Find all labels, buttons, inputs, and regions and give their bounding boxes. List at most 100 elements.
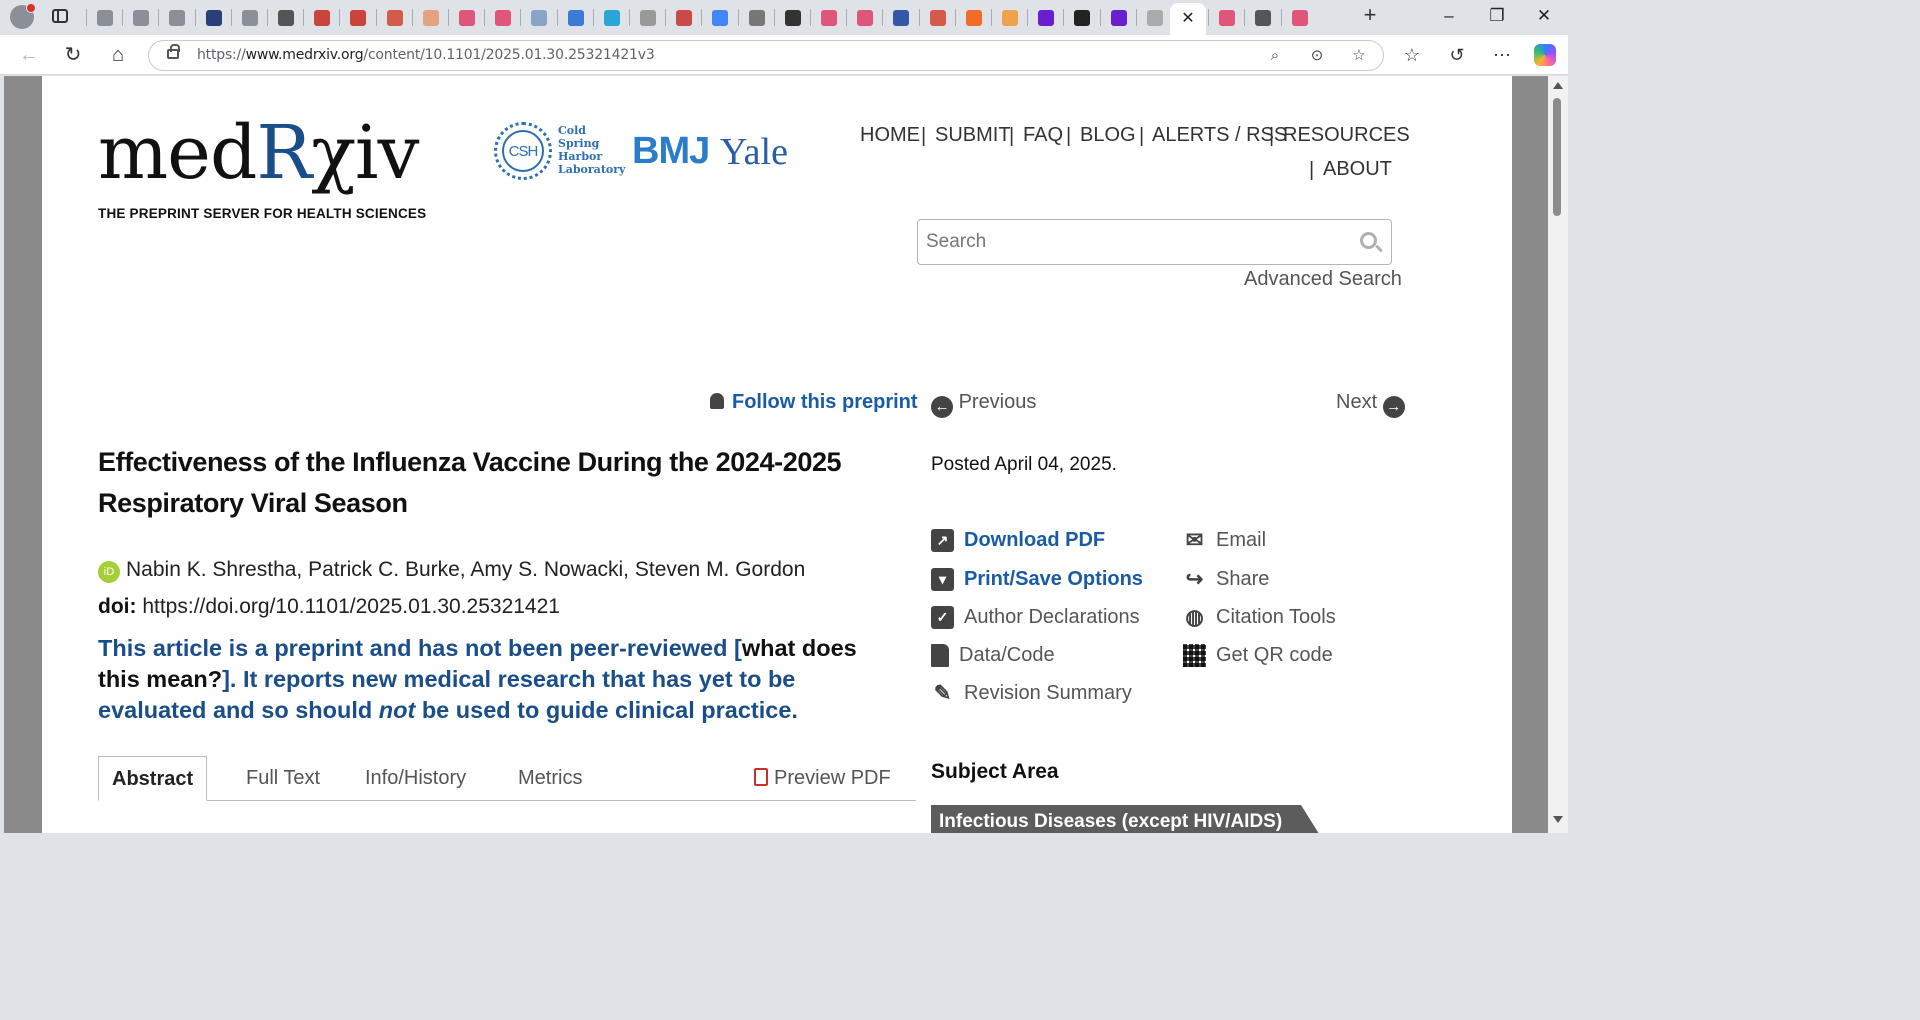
- bmj-logo[interactable]: BMJ: [632, 130, 710, 173]
- print-save-link[interactable]: ▾ Print/Save Options: [931, 568, 1143, 591]
- tab-separator: [629, 9, 630, 26]
- browser-tab[interactable]: [378, 5, 412, 30]
- nav-submit[interactable]: SUBMIT: [935, 124, 1011, 147]
- citation-tools-link[interactable]: ◍ Citation Tools: [1183, 606, 1335, 629]
- edit-icon: ✎: [933, 682, 952, 705]
- nav-home[interactable]: HOME: [860, 124, 920, 147]
- lock-icon[interactable]: [167, 44, 180, 59]
- zoom-icon[interactable]: ⌕: [1265, 46, 1285, 66]
- browser-tab[interactable]: [233, 5, 267, 30]
- home-button[interactable]: ⌂: [106, 43, 130, 67]
- url-text[interactable]: https://www.medrxiv.org/content/10.1101/…: [197, 47, 655, 63]
- new-tab-button[interactable]: +: [1359, 4, 1381, 27]
- browser-tab[interactable]: [414, 5, 448, 30]
- browser-tab[interactable]: [631, 5, 665, 30]
- data-code-link[interactable]: Data/Code: [931, 644, 1055, 667]
- browser-tab[interactable]: [595, 5, 629, 30]
- scroll-thumb[interactable]: [1553, 98, 1561, 216]
- address-bar[interactable]: https://www.medrxiv.org/content/10.1101/…: [148, 40, 1384, 71]
- author-declarations-link[interactable]: ✓ Author Declarations: [931, 606, 1140, 629]
- browser-tab[interactable]: [812, 5, 846, 30]
- tab-abstract[interactable]: Abstract: [98, 756, 208, 801]
- tab-separator: [701, 9, 702, 26]
- more-menu-icon[interactable]: ⋯: [1490, 43, 1514, 67]
- tab-favicon-icon: [821, 9, 837, 26]
- window-close-button[interactable]: ✕: [1533, 6, 1555, 26]
- search-input[interactable]: [926, 229, 1346, 255]
- scroll-down-arrow-icon[interactable]: [1553, 816, 1563, 823]
- tab-metrics[interactable]: Metrics: [518, 756, 582, 801]
- browser-tab[interactable]: [450, 5, 484, 30]
- browser-tab[interactable]: [921, 5, 955, 30]
- browser-tab[interactable]: [993, 5, 1027, 30]
- browser-tab[interactable]: [559, 5, 593, 30]
- restore-button[interactable]: ❐: [1486, 6, 1508, 26]
- browser-tab[interactable]: [305, 5, 339, 30]
- follow-preprint-link[interactable]: Follow this preprint: [710, 391, 918, 414]
- browser-tab[interactable]: [522, 5, 556, 30]
- nav-alerts-rss[interactable]: ALERTS / RSS: [1152, 124, 1287, 147]
- nav-blog[interactable]: BLOG: [1080, 124, 1136, 147]
- browser-tab[interactable]: [88, 5, 122, 30]
- nav-separator: |: [1139, 125, 1145, 147]
- tab-favicon-icon: [278, 9, 294, 26]
- scroll-up-arrow-icon[interactable]: [1553, 82, 1563, 89]
- copilot-icon[interactable]: [1534, 44, 1556, 66]
- yale-logo[interactable]: Yale: [720, 130, 788, 174]
- authors-text[interactable]: Nabin K. Shrestha, Patrick C. Burke, Amy…: [126, 558, 805, 581]
- browser-tab[interactable]: [884, 5, 918, 30]
- email-link[interactable]: ✉ Email: [1183, 529, 1266, 552]
- browser-tab[interactable]: [848, 5, 882, 30]
- browser-tab[interactable]: [160, 5, 194, 30]
- nav-about[interactable]: ABOUT: [1323, 158, 1392, 181]
- browser-tab[interactable]: [1029, 5, 1063, 30]
- back-button[interactable]: ←: [17, 43, 41, 67]
- tab-full-text[interactable]: Full Text: [246, 756, 320, 801]
- nav-resources[interactable]: RESOURCES: [1283, 124, 1410, 147]
- minimize-button[interactable]: –: [1438, 6, 1460, 26]
- browser-tab[interactable]: [486, 5, 520, 30]
- tab-actions-icon[interactable]: [52, 9, 68, 23]
- browser-tab[interactable]: [1138, 5, 1172, 30]
- refresh-button[interactable]: ↻: [61, 43, 85, 67]
- browser-tab[interactable]: [1065, 5, 1099, 30]
- browser-tab[interactable]: [667, 5, 701, 30]
- csh-logo[interactable]: CSH: [494, 122, 552, 180]
- browser-tab[interactable]: [1210, 5, 1244, 30]
- browser-tab[interactable]: [269, 5, 303, 30]
- browser-tab[interactable]: [776, 5, 810, 30]
- history-icon[interactable]: ↺: [1445, 43, 1469, 67]
- browser-tab[interactable]: [1246, 5, 1280, 30]
- profile-avatar-icon[interactable]: [10, 3, 36, 29]
- tab-info-history[interactable]: Info/History: [365, 756, 466, 801]
- csh-logo-text[interactable]: Cold Spring Harbor Laboratory: [558, 124, 625, 176]
- browser-tab[interactable]: [124, 5, 158, 30]
- browser-tab[interactable]: [197, 5, 231, 30]
- previous-link[interactable]: ← Previous: [931, 391, 1036, 418]
- qr-code-link[interactable]: Get QR code: [1183, 644, 1333, 667]
- download-pdf-link[interactable]: ↗ Download PDF: [931, 529, 1105, 552]
- favorite-star-icon[interactable]: ☆: [1349, 46, 1369, 66]
- browser-tab[interactable]: [341, 5, 375, 30]
- page-scrollbar[interactable]: [1548, 76, 1568, 833]
- share-link[interactable]: ↪ Share: [1183, 568, 1270, 591]
- orcid-icon[interactable]: iD: [98, 561, 120, 583]
- browser-tab[interactable]: [1283, 5, 1317, 30]
- active-tab[interactable]: ✕: [1170, 3, 1206, 35]
- search-icon[interactable]: [1360, 232, 1377, 249]
- next-link[interactable]: Next →: [1336, 391, 1405, 418]
- favorites-icon[interactable]: ☆: [1400, 43, 1424, 67]
- advanced-search-link[interactable]: Advanced Search: [1244, 268, 1402, 291]
- close-tab-icon[interactable]: ✕: [1181, 11, 1194, 27]
- reading-view-icon[interactable]: ⊙: [1307, 46, 1327, 66]
- browser-tab[interactable]: [1102, 5, 1136, 30]
- subject-area-tag[interactable]: Infectious Diseases (except HIV/AIDS): [931, 805, 1321, 833]
- doi-link[interactable]: https://doi.org/10.1101/2025.01.30.25321…: [142, 595, 560, 618]
- tab-preview-pdf[interactable]: Preview PDF: [754, 756, 891, 801]
- browser-tab[interactable]: [957, 5, 991, 30]
- medrxiv-logo[interactable]: medRχiv: [98, 116, 419, 190]
- nav-faq[interactable]: FAQ: [1023, 124, 1063, 147]
- revision-summary-link[interactable]: ✎ Revision Summary: [931, 682, 1132, 705]
- browser-tab[interactable]: [740, 5, 774, 30]
- browser-tab[interactable]: [703, 5, 737, 30]
